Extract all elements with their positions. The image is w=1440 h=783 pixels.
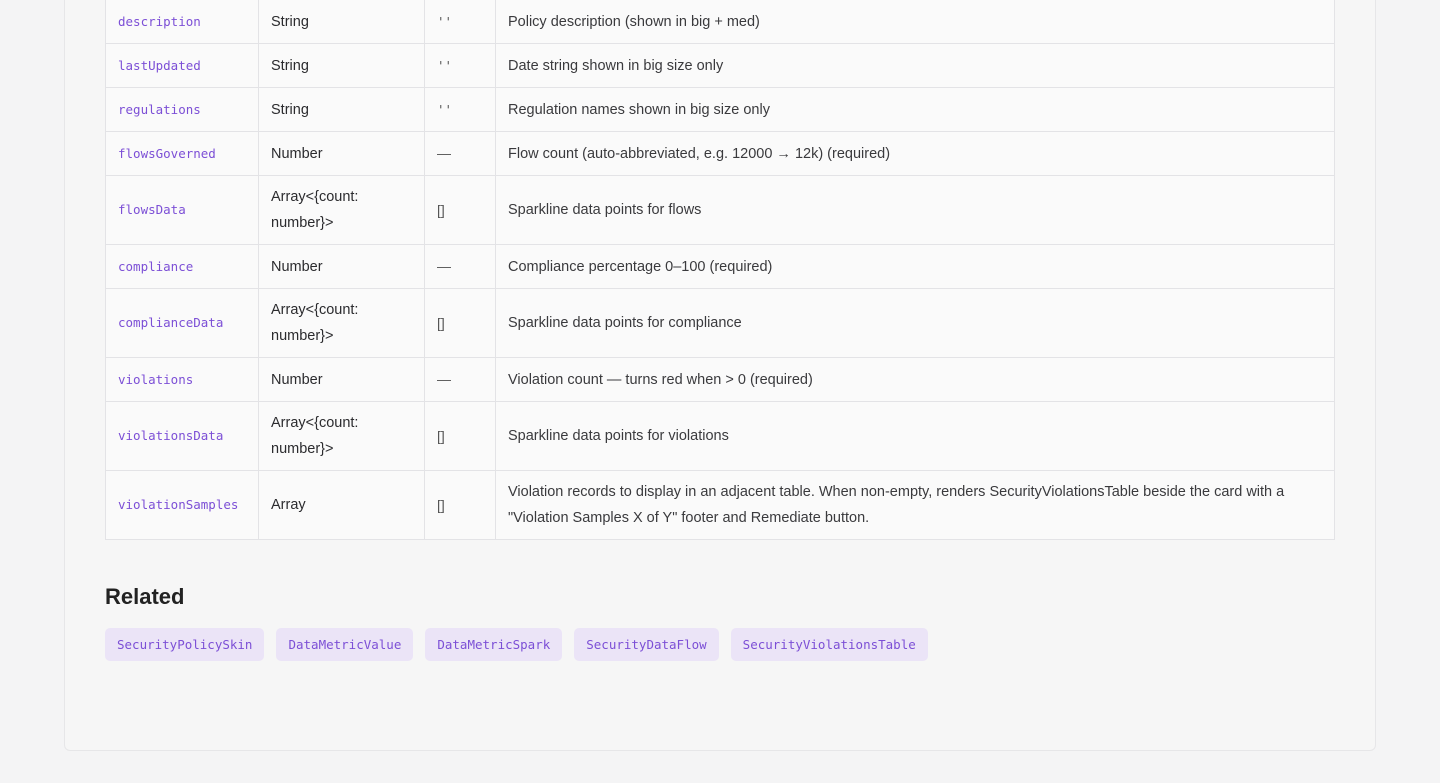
table-row: violationSamples Array [] Violation reco…	[105, 470, 1335, 540]
table-row: compliance Number — Compliance percentag…	[105, 244, 1335, 289]
prop-name: complianceData	[118, 315, 224, 330]
prop-type: Number	[258, 244, 425, 289]
prop-type: Number	[258, 357, 425, 402]
prop-name: flowsGoverned	[118, 145, 216, 161]
prop-type: String	[258, 87, 425, 132]
prop-type: Array<{count: number}>	[258, 175, 425, 245]
prop-default: []	[437, 314, 445, 331]
prop-description: Violation count — turns red when > 0 (re…	[495, 357, 1335, 402]
prop-description: Violation records to display in an adjac…	[495, 470, 1335, 540]
prop-default: ''	[437, 101, 453, 117]
prop-name: violationsData	[118, 428, 224, 443]
table-row: description String '' Policy description…	[105, 0, 1335, 44]
prop-default: —	[437, 258, 451, 274]
prop-name: flowsData	[118, 202, 186, 217]
prop-default: —	[437, 145, 451, 161]
table-row: violations Number — Violation count — tu…	[105, 357, 1335, 402]
prop-type: String	[258, 43, 425, 88]
props-table: description String '' Policy description…	[105, 0, 1335, 540]
prop-name: regulations	[118, 101, 201, 117]
related-link-security-data-flow[interactable]: SecurityDataFlow	[574, 628, 719, 661]
table-row: regulations String '' Regulation names s…	[105, 87, 1335, 132]
prop-type: Array<{count: number}>	[258, 401, 425, 471]
related-link-security-violations-table[interactable]: SecurityViolationsTable	[730, 628, 928, 661]
related-link-security-policy-skin[interactable]: SecurityPolicySkin	[105, 628, 265, 661]
prop-default: []	[437, 496, 445, 513]
prop-type: String	[258, 0, 425, 44]
prop-default: —	[437, 371, 451, 387]
table-row: violationsData Array<{count: number}> []…	[105, 401, 1335, 471]
prop-description: Sparkline data points for compliance	[495, 288, 1335, 358]
table-row: complianceData Array<{count: number}> []…	[105, 288, 1335, 358]
prop-description: Date string shown in big size only	[495, 43, 1335, 88]
prop-type: Number	[258, 131, 425, 176]
prop-default: []	[437, 201, 445, 218]
prop-default: ''	[437, 13, 453, 29]
prop-name: violations	[118, 371, 194, 387]
table-row: lastUpdated String '' Date string shown …	[105, 43, 1335, 88]
prop-name: lastUpdated	[118, 57, 201, 73]
prop-default: ''	[437, 57, 453, 73]
prop-description: Flow count (auto-abbreviated, e.g. 12000…	[495, 131, 1335, 176]
table-row: flowsData Array<{count: number}> [] Spar…	[105, 175, 1335, 245]
prop-description: Sparkline data points for violations	[495, 401, 1335, 471]
related-heading: Related	[105, 584, 185, 609]
prop-description: Compliance percentage 0–100 (required)	[495, 244, 1335, 289]
related-link-data-metric-spark[interactable]: DataMetricSpark	[425, 628, 563, 661]
prop-type: Array	[258, 470, 425, 540]
related-link-data-metric-value[interactable]: DataMetricValue	[276, 628, 414, 661]
prop-name: compliance	[118, 258, 194, 274]
prop-description: Policy description (shown in big + med)	[495, 0, 1335, 44]
table-row: flowsGoverned Number — Flow count (auto-…	[105, 131, 1335, 176]
prop-description: Sparkline data points for flows	[495, 175, 1335, 245]
related-links: SecurityPolicySkin DataMetricValue DataM…	[105, 628, 928, 661]
prop-default: []	[437, 427, 445, 444]
prop-name: violationSamples	[118, 497, 239, 512]
prop-type: Array<{count: number}>	[258, 288, 425, 358]
prop-name: description	[118, 13, 201, 29]
prop-description: Regulation names shown in big size only	[495, 87, 1335, 132]
